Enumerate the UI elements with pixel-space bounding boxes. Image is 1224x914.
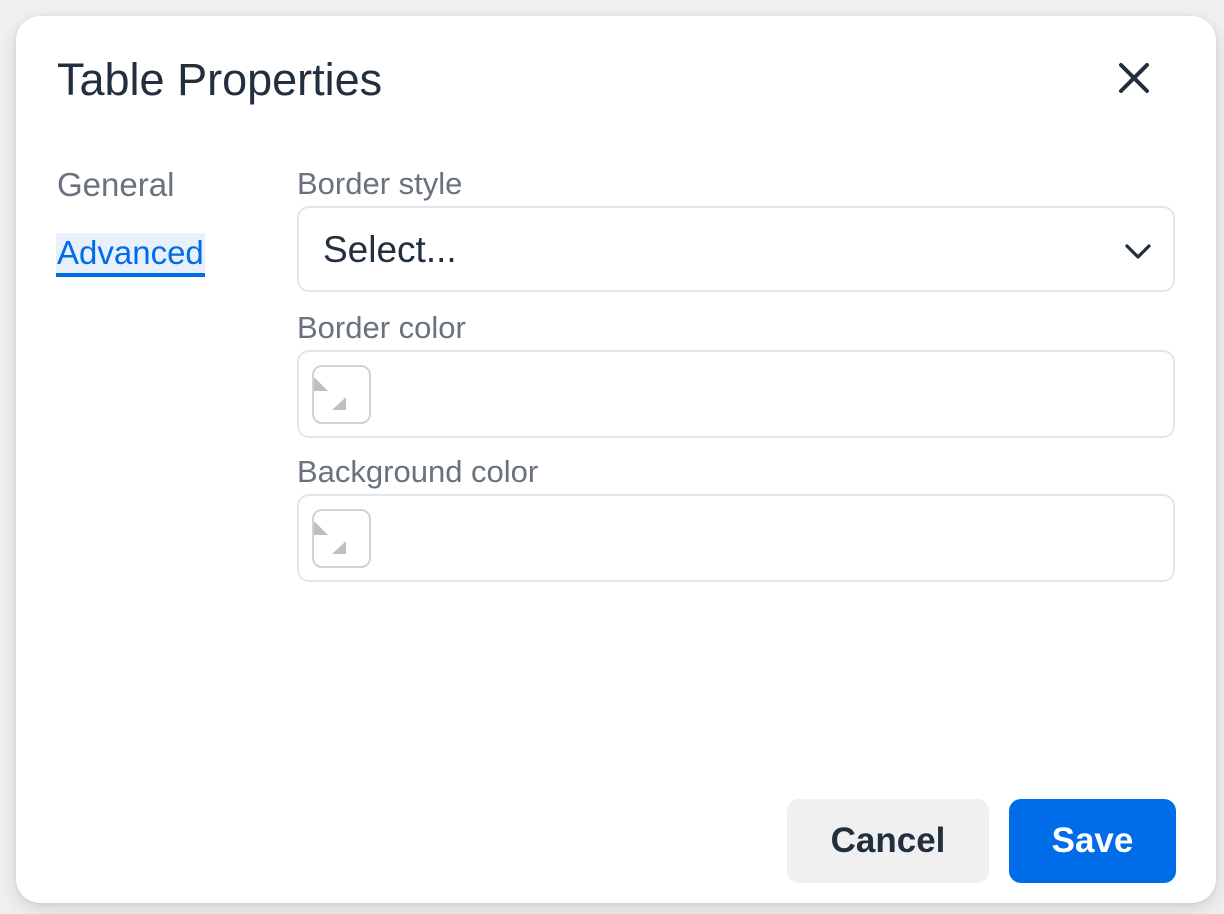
chevron-down-icon bbox=[1125, 244, 1151, 259]
close-button[interactable] bbox=[1110, 54, 1158, 102]
close-icon bbox=[1119, 63, 1149, 93]
border-color-label: Border color bbox=[297, 310, 466, 345]
tab-general[interactable]: General bbox=[57, 164, 174, 206]
border-style-label: Border style bbox=[297, 166, 463, 201]
tab-advanced[interactable]: Advanced bbox=[56, 233, 205, 277]
background-color-label: Background color bbox=[297, 454, 539, 489]
no-color-icon bbox=[314, 521, 346, 554]
background-color-swatch[interactable] bbox=[312, 509, 371, 568]
dialog-title: Table Properties bbox=[57, 54, 383, 105]
save-button[interactable]: Save bbox=[1009, 799, 1176, 883]
border-style-value: Select... bbox=[323, 229, 457, 270]
border-style-select[interactable]: Select... bbox=[297, 206, 1175, 292]
table-properties-dialog: Table Properties General Advanced Border… bbox=[16, 16, 1216, 903]
border-color-input[interactable] bbox=[297, 350, 1175, 438]
cancel-button[interactable]: Cancel bbox=[787, 799, 989, 883]
background-color-input[interactable] bbox=[297, 494, 1175, 582]
border-color-swatch[interactable] bbox=[312, 365, 371, 424]
no-color-icon bbox=[314, 367, 346, 410]
